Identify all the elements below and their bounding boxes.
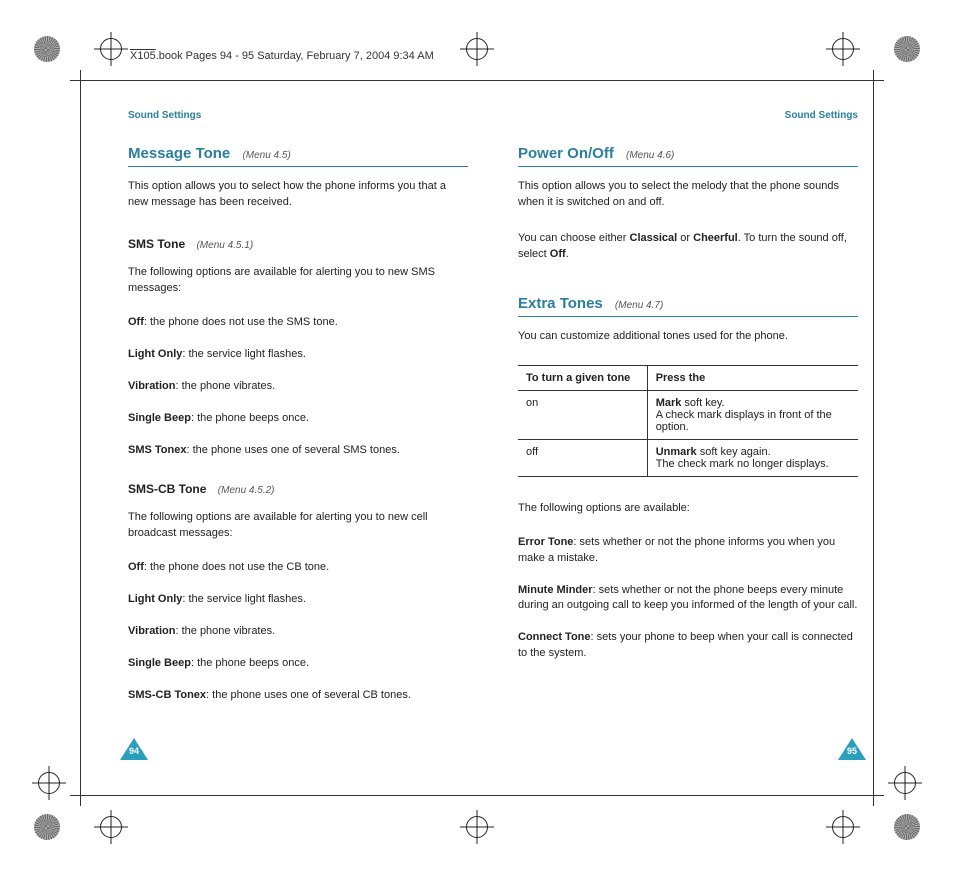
running-head-left: Sound Settings	[128, 110, 468, 121]
table-cell: on	[518, 390, 647, 439]
crosshair-top-mid	[466, 38, 488, 60]
crop-line-top	[70, 80, 884, 81]
page-left: Sound Settings Message Tone (Menu 4.5) T…	[128, 110, 468, 766]
table-row: on Mark soft key. A check mark displays …	[518, 390, 858, 439]
book-header-text: .book Pages 94 - 95 Saturday, February 7…	[156, 50, 434, 62]
reg-sunburst-tl	[34, 36, 60, 62]
crosshair-top-right	[832, 38, 854, 60]
book-filename: X105	[130, 50, 156, 62]
option-item: SMS Tonex: the phone uses one of several…	[128, 443, 468, 459]
option-item: Error Tone: sets whether or not the phon…	[518, 535, 858, 567]
section-body: The following options are available:	[518, 501, 858, 517]
reg-sunburst-tr	[894, 36, 920, 62]
subsection-intro: The following options are available for …	[128, 265, 468, 297]
running-head-right: Sound Settings	[518, 110, 858, 121]
crosshair-bot-right	[832, 816, 854, 838]
section-title-text: Message Tone	[128, 145, 230, 162]
reg-sunburst-bl	[34, 814, 60, 840]
option-item: Connect Tone: sets your phone to beep wh…	[518, 630, 858, 662]
crop-line-right	[873, 70, 874, 806]
subsection-sms-tone: SMS Tone (Menu 4.5.1)	[128, 237, 468, 251]
section-menu-ref: (Menu 4.6)	[626, 150, 674, 161]
section-title-text: Extra Tones	[518, 295, 603, 312]
subsection-smscb-tone: SMS-CB Tone (Menu 4.5.2)	[128, 482, 468, 496]
section-body: This option allows you to select the mel…	[518, 179, 858, 211]
tone-table: To turn a given tone Press the on Mark s…	[518, 365, 858, 477]
crosshair-right-side	[894, 772, 916, 794]
page-number-left: 94	[120, 738, 148, 760]
framemaker-header: X105.book Pages 94 - 95 Saturday, Februa…	[130, 50, 434, 62]
crosshair-bot-left	[100, 816, 122, 838]
section-body: You can customize additional tones used …	[518, 329, 858, 345]
page-number-triangle-icon: 95	[838, 738, 866, 760]
option-item: Single Beep: the phone beeps once.	[128, 656, 468, 672]
section-message-tone: Message Tone (Menu 4.5)	[128, 145, 468, 167]
section-intro: This option allows you to select how the…	[128, 179, 468, 211]
crosshair-left-side	[38, 772, 60, 794]
option-item: Vibration: the phone vibrates.	[128, 624, 468, 640]
section-body: You can choose either Classical or Cheer…	[518, 231, 858, 263]
section-extra-tones: Extra Tones (Menu 4.7)	[518, 295, 858, 317]
subsection-title-text: SMS Tone	[128, 237, 185, 251]
subsection-intro: The following options are available for …	[128, 510, 468, 542]
subsection-menu-ref: (Menu 4.5.2)	[218, 485, 275, 496]
option-item: SMS-CB Tonex: the phone uses one of seve…	[128, 688, 468, 704]
table-header-cell: To turn a given tone	[518, 365, 647, 390]
subsection-menu-ref: (Menu 4.5.1)	[196, 240, 253, 251]
option-item: Light Only: the service light flashes.	[128, 592, 468, 608]
option-item: Off: the phone does not use the CB tone.	[128, 560, 468, 576]
reg-sunburst-br	[894, 814, 920, 840]
crosshair-bot-mid	[466, 816, 488, 838]
crosshair-top-left	[100, 38, 122, 60]
table-header-cell: Press the	[647, 365, 858, 390]
crop-line-left	[80, 70, 81, 806]
crop-line-bottom	[70, 795, 884, 796]
section-menu-ref: (Menu 4.5)	[242, 150, 290, 161]
table-row: off Unmark soft key again. The check mar…	[518, 439, 858, 476]
table-header-row: To turn a given tone Press the	[518, 365, 858, 390]
table-cell: Mark soft key. A check mark displays in …	[647, 390, 858, 439]
table-cell: Unmark soft key again. The check mark no…	[647, 439, 858, 476]
option-item: Single Beep: the phone beeps once.	[128, 411, 468, 427]
subsection-title-text: SMS-CB Tone	[128, 482, 206, 496]
table-cell: off	[518, 439, 647, 476]
section-menu-ref: (Menu 4.7)	[615, 300, 663, 311]
option-item: Vibration: the phone vibrates.	[128, 379, 468, 395]
option-item: Off: the phone does not use the SMS tone…	[128, 315, 468, 331]
page-number-triangle-icon: 94	[120, 738, 148, 760]
page-right: Sound Settings Power On/Off (Menu 4.6) T…	[518, 110, 858, 766]
page-number-right: 95	[838, 738, 866, 760]
section-title-text: Power On/Off	[518, 145, 614, 162]
option-item: Minute Minder: sets whether or not the p…	[518, 583, 858, 615]
section-power-onoff: Power On/Off (Menu 4.6)	[518, 145, 858, 167]
option-item: Light Only: the service light flashes.	[128, 347, 468, 363]
